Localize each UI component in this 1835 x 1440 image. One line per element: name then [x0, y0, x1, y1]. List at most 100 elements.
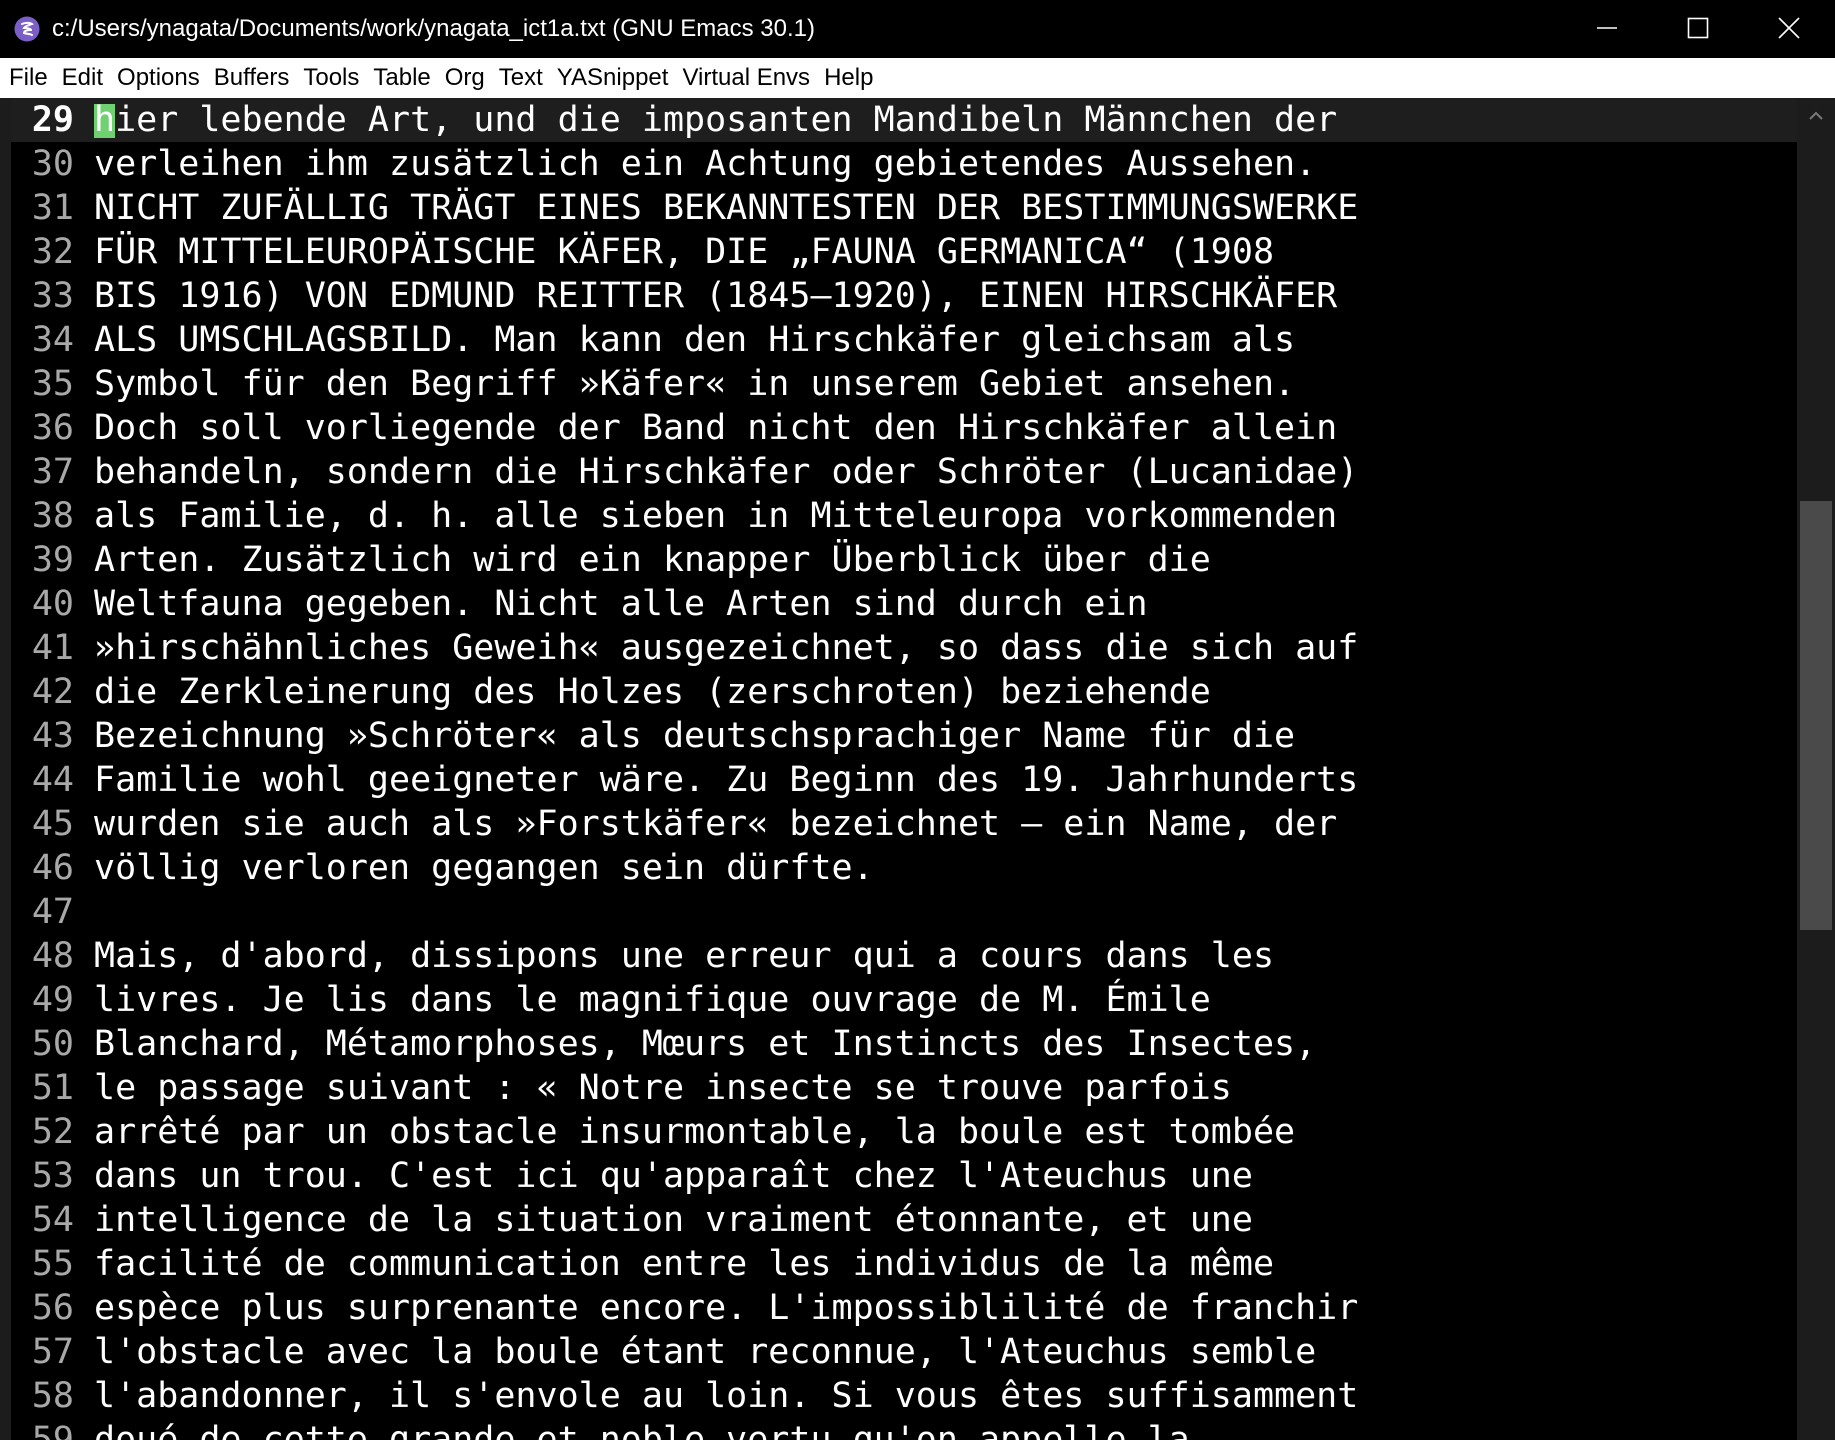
menu-bar: File Edit Options Buffers Tools Table Or… — [0, 58, 1835, 98]
close-icon — [1778, 17, 1800, 39]
line-number: 45 — [31, 804, 74, 844]
line-text[interactable]: FÜR MITTELEUROPÄISCHE KÄFER, DIE „FAUNA … — [94, 230, 1274, 274]
editor-line[interactable]: 42 die Zerkleinerung des Holzes (zerschro… — [11, 670, 1797, 714]
editor-line[interactable]: 57 l'obstacle avec la boule étant reconnu… — [11, 1330, 1797, 1374]
line-text[interactable]: die Zerkleinerung des Holzes (zerschrote… — [94, 670, 1211, 714]
chevron-up-icon[interactable] — [1808, 110, 1824, 122]
editor-line[interactable]: 31 NICHT ZUFÄLLIG TRÄGT EINES BEKANNTESTE… — [11, 186, 1797, 230]
menu-help[interactable]: Help — [824, 58, 880, 98]
line-text[interactable]: völlig verloren gegangen sein dürfte. — [94, 846, 874, 890]
editor-line[interactable]: 53 dans un trou. C'est ici qu'apparaît ch… — [11, 1154, 1797, 1198]
menu-text[interactable]: Text — [499, 58, 550, 98]
editor-line[interactable]: 56 espèce plus surprenante encore. L'impo… — [11, 1286, 1797, 1330]
line-number: 50 — [31, 1024, 74, 1064]
editor-line[interactable]: 50 Blanchard, Métamorphoses, Mœurs et Ins… — [11, 1022, 1797, 1066]
line-text[interactable]: l'obstacle avec la boule étant reconnue,… — [94, 1330, 1316, 1374]
line-text[interactable]: Doch soll vorliegende der Band nicht den… — [94, 406, 1337, 450]
editor-line[interactable]: 54 intelligence de la situation vraiment … — [11, 1198, 1797, 1242]
line-text[interactable]: wurden sie auch als »Forstkäfer« bezeich… — [94, 802, 1337, 846]
editor-line[interactable]: 51 le passage suivant : « Notre insecte s… — [11, 1066, 1797, 1110]
line-text[interactable]: NICHT ZUFÄLLIG TRÄGT EINES BEKANNTESTEN … — [94, 186, 1358, 230]
menu-virtual-envs[interactable]: Virtual Envs — [682, 58, 817, 98]
line-number: 38 — [31, 496, 74, 536]
line-text[interactable]: dans un trou. C'est ici qu'apparaît chez… — [94, 1154, 1253, 1198]
close-button[interactable] — [1748, 0, 1828, 58]
line-text[interactable]: Mais, d'abord, dissipons une erreur qui … — [94, 934, 1274, 978]
line-number: 40 — [31, 584, 74, 624]
editor-line[interactable]: 48 Mais, d'abord, dissipons une erreur qu… — [11, 934, 1797, 978]
editor-line[interactable]: 37 behandeln, sondern die Hirschkäfer ode… — [11, 450, 1797, 494]
line-text[interactable]: intelligence de la situation vraiment ét… — [94, 1198, 1253, 1242]
editor-line[interactable]: 55 facilité de communication entre les in… — [11, 1242, 1797, 1286]
window-title: c:/Users/ynagata/Documents/work/ynagata_… — [52, 15, 815, 42]
maximize-button[interactable] — [1657, 0, 1737, 58]
line-number: 49 — [31, 980, 74, 1020]
line-number: 29 — [31, 100, 74, 140]
buffer-lines: 29 hier lebende Art, und die imposanten M… — [11, 98, 1797, 1440]
editor-line[interactable]: 44 Familie wohl geeigneter wäre. Zu Begin… — [11, 758, 1797, 802]
text-editor-area[interactable]: 29 hier lebende Art, und die imposanten M… — [0, 98, 1797, 1440]
line-text[interactable]: Symbol für den Begriff »Käfer« in unsere… — [94, 362, 1295, 406]
editor-line[interactable]: 58 l'abandonner, il s'envole au loin. Si … — [11, 1374, 1797, 1418]
editor-line[interactable]: 45 wurden sie auch als »Forstkäfer« bezei… — [11, 802, 1797, 846]
line-text[interactable]: Weltfauna gegeben. Nicht alle Arten sind… — [94, 582, 1148, 626]
line-text[interactable]: »hirschähnliches Geweih« ausgezeichnet, … — [94, 626, 1358, 670]
line-text[interactable]: behandeln, sondern die Hirschkäfer oder … — [94, 450, 1358, 494]
title-bar[interactable]: c:/Users/ynagata/Documents/work/ynagata_… — [0, 0, 1835, 58]
menu-tools[interactable]: Tools — [303, 58, 366, 98]
editor-line[interactable]: 38 als Familie, d. h. alle sieben in Mitt… — [11, 494, 1797, 538]
line-number: 37 — [31, 452, 74, 492]
menu-table[interactable]: Table — [373, 58, 437, 98]
editor-line[interactable]: 35 Symbol für den Begriff »Käfer« in unse… — [11, 362, 1797, 406]
vertical-scrollbar[interactable] — [1797, 98, 1835, 1440]
editor-line[interactable]: 34 ALS UMSCHLAGSBILD. Man kann den Hirsch… — [11, 318, 1797, 362]
line-number: 31 — [31, 188, 74, 228]
line-text[interactable]: le passage suivant : « Notre insecte se … — [94, 1066, 1232, 1110]
minimize-button[interactable] — [1566, 0, 1646, 58]
editor-line[interactable]: 52 arrêté par un obstacle insurmontable, … — [11, 1110, 1797, 1154]
editor-line[interactable]: 36 Doch soll vorliegende der Band nicht d… — [11, 406, 1797, 450]
editor-line[interactable]: 29 hier lebende Art, und die imposanten M… — [11, 98, 1797, 142]
editor-line[interactable]: 39 Arten. Zusätzlich wird ein knapper Übe… — [11, 538, 1797, 582]
line-number: 53 — [31, 1156, 74, 1196]
editor-line[interactable]: 59 doué de cette grande et noble vertu qu… — [11, 1418, 1797, 1440]
emacs-window: c:/Users/ynagata/Documents/work/ynagata_… — [0, 0, 1835, 1440]
line-number: 42 — [31, 672, 74, 712]
menu-org[interactable]: Org — [445, 58, 492, 98]
line-text[interactable]: doué de cette grande et noble vertu qu'o… — [94, 1418, 1190, 1440]
line-text[interactable]: facilité de communication entre les indi… — [94, 1242, 1274, 1286]
line-text[interactable]: ALS UMSCHLAGSBILD. Man kann den Hirschkä… — [94, 318, 1295, 362]
line-text[interactable]: Arten. Zusätzlich wird ein knapper Überb… — [94, 538, 1211, 582]
menu-options[interactable]: Options — [117, 58, 207, 98]
scrollbar-thumb[interactable] — [1800, 501, 1832, 930]
menu-file[interactable]: File — [9, 58, 55, 98]
line-text[interactable]: arrêté par un obstacle insurmontable, la… — [94, 1110, 1295, 1154]
editor-line[interactable]: 46 völlig verloren gegangen sein dürfte. — [11, 846, 1797, 890]
line-text[interactable]: Bezeichnung »Schröter« als deutschsprach… — [94, 714, 1295, 758]
editor-line[interactable]: 40 Weltfauna gegeben. Nicht alle Arten si… — [11, 582, 1797, 626]
menu-edit[interactable]: Edit — [62, 58, 110, 98]
line-text[interactable]: l'abandonner, il s'envole au loin. Si vo… — [94, 1374, 1358, 1418]
menu-yasnippet[interactable]: YASnippet — [557, 58, 676, 98]
editor-line[interactable]: 32 FÜR MITTELEUROPÄISCHE KÄFER, DIE „FAUN… — [11, 230, 1797, 274]
editor-line[interactable]: 30 verleihen ihm zusätzlich ein Achtung g… — [11, 142, 1797, 186]
editor-line[interactable]: 41 »hirschähnliches Geweih« ausgezeichnet… — [11, 626, 1797, 670]
line-text[interactable]: BIS 1916) VON EDMUND REITTER (1845–1920)… — [94, 274, 1337, 318]
line-number: 36 — [31, 408, 74, 448]
editor-line[interactable]: 47 — [11, 890, 1797, 934]
line-text[interactable]: espèce plus surprenante encore. L'imposs… — [94, 1286, 1358, 1330]
line-text[interactable]: verleihen ihm zusätzlich ein Achtung geb… — [94, 142, 1316, 186]
line-number: 32 — [31, 232, 74, 272]
editor-line[interactable]: 49 livres. Je lis dans le magnifique ouvr… — [11, 978, 1797, 1022]
editor-line[interactable]: 33 BIS 1916) VON EDMUND REITTER (1845–192… — [11, 274, 1797, 318]
line-number: 56 — [31, 1288, 74, 1328]
line-text[interactable]: als Familie, d. h. alle sieben in Mittel… — [94, 494, 1337, 538]
line-text[interactable]: hier lebende Art, und die imposanten Man… — [94, 98, 1337, 142]
emacs-icon — [14, 16, 40, 42]
editor-line[interactable]: 43 Bezeichnung »Schröter« als deutschspra… — [11, 714, 1797, 758]
line-text[interactable]: livres. Je lis dans le magnifique ouvrag… — [94, 978, 1211, 1022]
line-text[interactable]: Blanchard, Métamorphoses, Mœurs et Insti… — [94, 1022, 1316, 1066]
menu-buffers[interactable]: Buffers — [214, 58, 297, 98]
line-text[interactable]: Familie wohl geeigneter wäre. Zu Beginn … — [94, 758, 1358, 802]
line-number: 44 — [31, 760, 74, 800]
